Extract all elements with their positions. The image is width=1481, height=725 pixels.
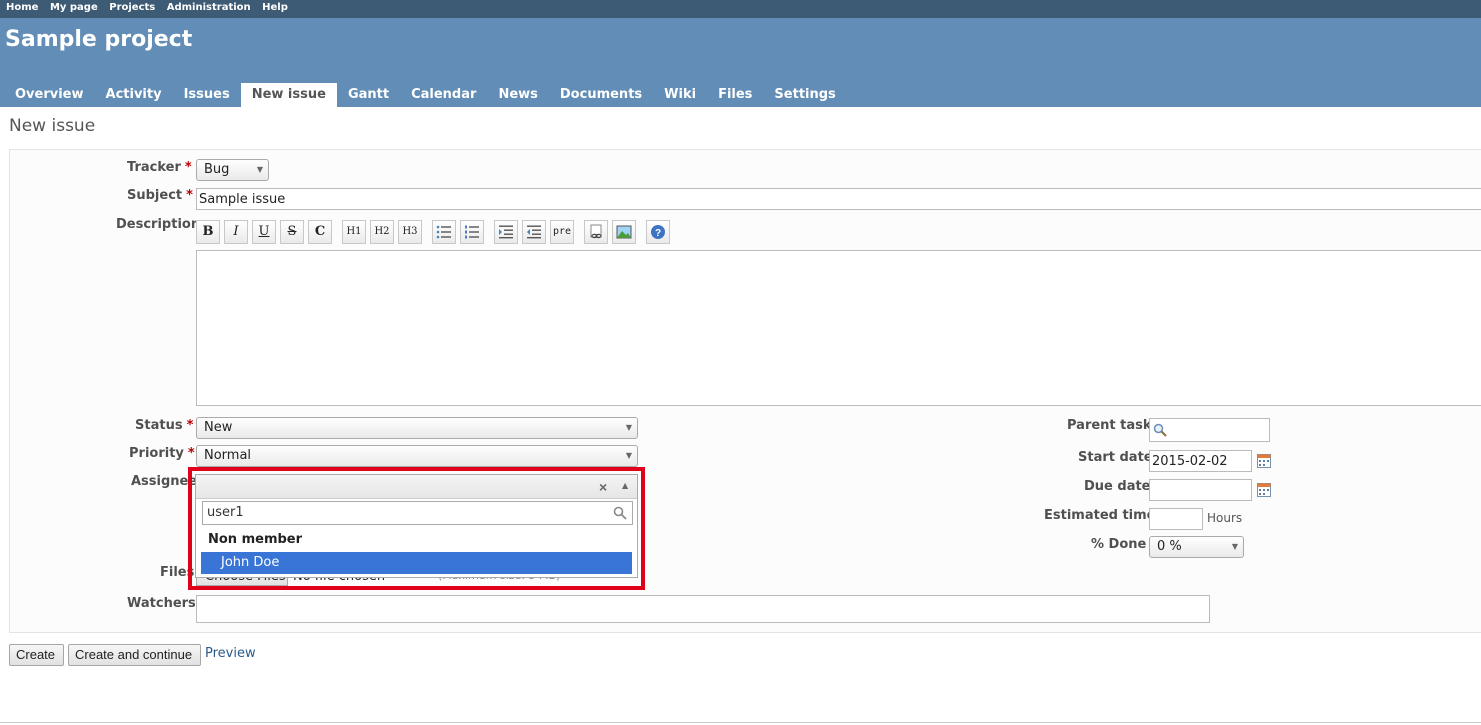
heading2-button[interactable]: H2: [370, 220, 394, 244]
help-icon: ?: [651, 225, 665, 239]
description-textarea[interactable]: [196, 250, 1481, 406]
page-title: New issue: [9, 116, 96, 136]
tracker-select[interactable]: Bug ▼: [196, 159, 269, 181]
priority-label: Priority *: [129, 446, 195, 461]
assignee-option-john-doe[interactable]: John Doe: [201, 552, 632, 574]
image-icon: [616, 225, 632, 239]
clear-icon[interactable]: ×: [599, 479, 607, 495]
option-group-label: Non member: [208, 532, 303, 547]
tab-issues[interactable]: Issues: [173, 83, 241, 107]
footer-divider: [0, 722, 1481, 723]
calendar-icon[interactable]: [1257, 483, 1271, 497]
create-button[interactable]: Create: [9, 644, 64, 666]
outdent-icon: [527, 225, 541, 239]
ordered-list-button[interactable]: [460, 220, 484, 244]
assignee-select-head[interactable]: × ▲: [196, 475, 637, 499]
top-menu-my-page[interactable]: My page: [50, 2, 98, 13]
estimated-time-label: Estimated time: [1044, 508, 1156, 523]
tab-files[interactable]: Files: [707, 83, 763, 107]
preformatted-button[interactable]: pre: [550, 220, 574, 244]
italic-button[interactable]: I: [224, 220, 248, 244]
status-select[interactable]: New ▼: [196, 417, 638, 439]
top-menu: Home My page Projects Administration Hel…: [0, 0, 1481, 18]
numbered-list-icon: [465, 225, 479, 239]
help-button[interactable]: ?: [646, 220, 670, 244]
main-menu: Overview Activity Issues New issue Gantt Cale…: [4, 83, 847, 107]
watchers-field[interactable]: [196, 595, 1210, 623]
chevron-down-icon: ▼: [625, 451, 632, 460]
link-button[interactable]: [584, 220, 608, 244]
strikethrough-button[interactable]: S: [280, 220, 304, 244]
parent-task-label: Parent task: [1067, 418, 1152, 433]
tab-gantt[interactable]: Gantt: [337, 83, 400, 107]
calendar-icon[interactable]: [1257, 454, 1271, 468]
assignee-search-input[interactable]: user1: [202, 501, 633, 525]
create-and-continue-button[interactable]: Create and continue: [68, 644, 201, 666]
top-menu-administration[interactable]: Administration: [167, 2, 251, 13]
tab-documents[interactable]: Documents: [549, 83, 653, 107]
svg-text:?: ?: [655, 228, 661, 239]
tab-overview[interactable]: Overview: [4, 83, 95, 107]
subject-label: Subject *: [127, 188, 193, 203]
unordered-list-button[interactable]: [432, 220, 456, 244]
top-menu-projects[interactable]: Projects: [109, 2, 155, 13]
underline-button[interactable]: U: [252, 220, 276, 244]
bold-button[interactable]: B: [196, 220, 220, 244]
done-ratio-select[interactable]: 0 % ▼: [1149, 536, 1244, 558]
tab-calendar[interactable]: Calendar: [400, 83, 487, 107]
watchers-label: Watchers: [127, 596, 196, 611]
indent-icon: [499, 225, 513, 239]
tracker-label: Tracker *: [127, 160, 192, 175]
tab-new-issue[interactable]: New issue: [240, 83, 337, 107]
top-menu-home[interactable]: Home: [6, 2, 38, 13]
tab-news[interactable]: News: [487, 83, 548, 107]
tab-activity[interactable]: Activity: [95, 83, 173, 107]
files-label: Files: [160, 565, 195, 580]
done-ratio-label: % Done: [1091, 537, 1147, 552]
project-title: Sample project: [5, 27, 193, 52]
start-date-label: Start date: [1078, 450, 1153, 465]
parent-task-input[interactable]: [1149, 418, 1270, 442]
image-button[interactable]: [612, 220, 636, 244]
subject-input[interactable]: Sample issue: [196, 188, 1481, 210]
tab-wiki[interactable]: Wiki: [653, 83, 707, 107]
link-icon: [590, 224, 602, 239]
bullet-list-icon: [436, 225, 451, 239]
heading1-button[interactable]: H1: [342, 220, 366, 244]
chevron-down-icon: ▼: [256, 165, 263, 174]
due-date-label: Due date: [1084, 479, 1151, 494]
project-header: Sample project Overview Activity Issues New…: [0, 18, 1481, 107]
preview-link[interactable]: Preview: [205, 646, 256, 661]
start-date-input[interactable]: 2015-02-02: [1149, 450, 1252, 472]
tab-settings[interactable]: Settings: [763, 83, 846, 107]
outdent-button[interactable]: [522, 220, 546, 244]
search-icon: [613, 506, 627, 520]
top-menu-help[interactable]: Help: [262, 2, 288, 13]
heading3-button[interactable]: H3: [398, 220, 422, 244]
indent-button[interactable]: [494, 220, 518, 244]
chevron-down-icon: ▼: [1231, 542, 1238, 551]
assignee-dropdown[interactable]: × ▲ user1 Non member John Doe: [195, 474, 638, 578]
search-icon: [1153, 423, 1167, 437]
code-button[interactable]: C: [308, 220, 332, 244]
chevron-up-icon[interactable]: ▲: [622, 481, 628, 490]
estimated-time-input[interactable]: [1149, 508, 1203, 530]
description-label: Description: [116, 217, 201, 232]
assignee-label: Assignee: [131, 474, 198, 489]
due-date-input[interactable]: [1149, 479, 1252, 501]
status-label: Status *: [135, 418, 194, 433]
priority-select[interactable]: Normal ▼: [196, 445, 638, 467]
chevron-down-icon: ▼: [625, 423, 632, 432]
hours-unit: Hours: [1207, 511, 1243, 525]
